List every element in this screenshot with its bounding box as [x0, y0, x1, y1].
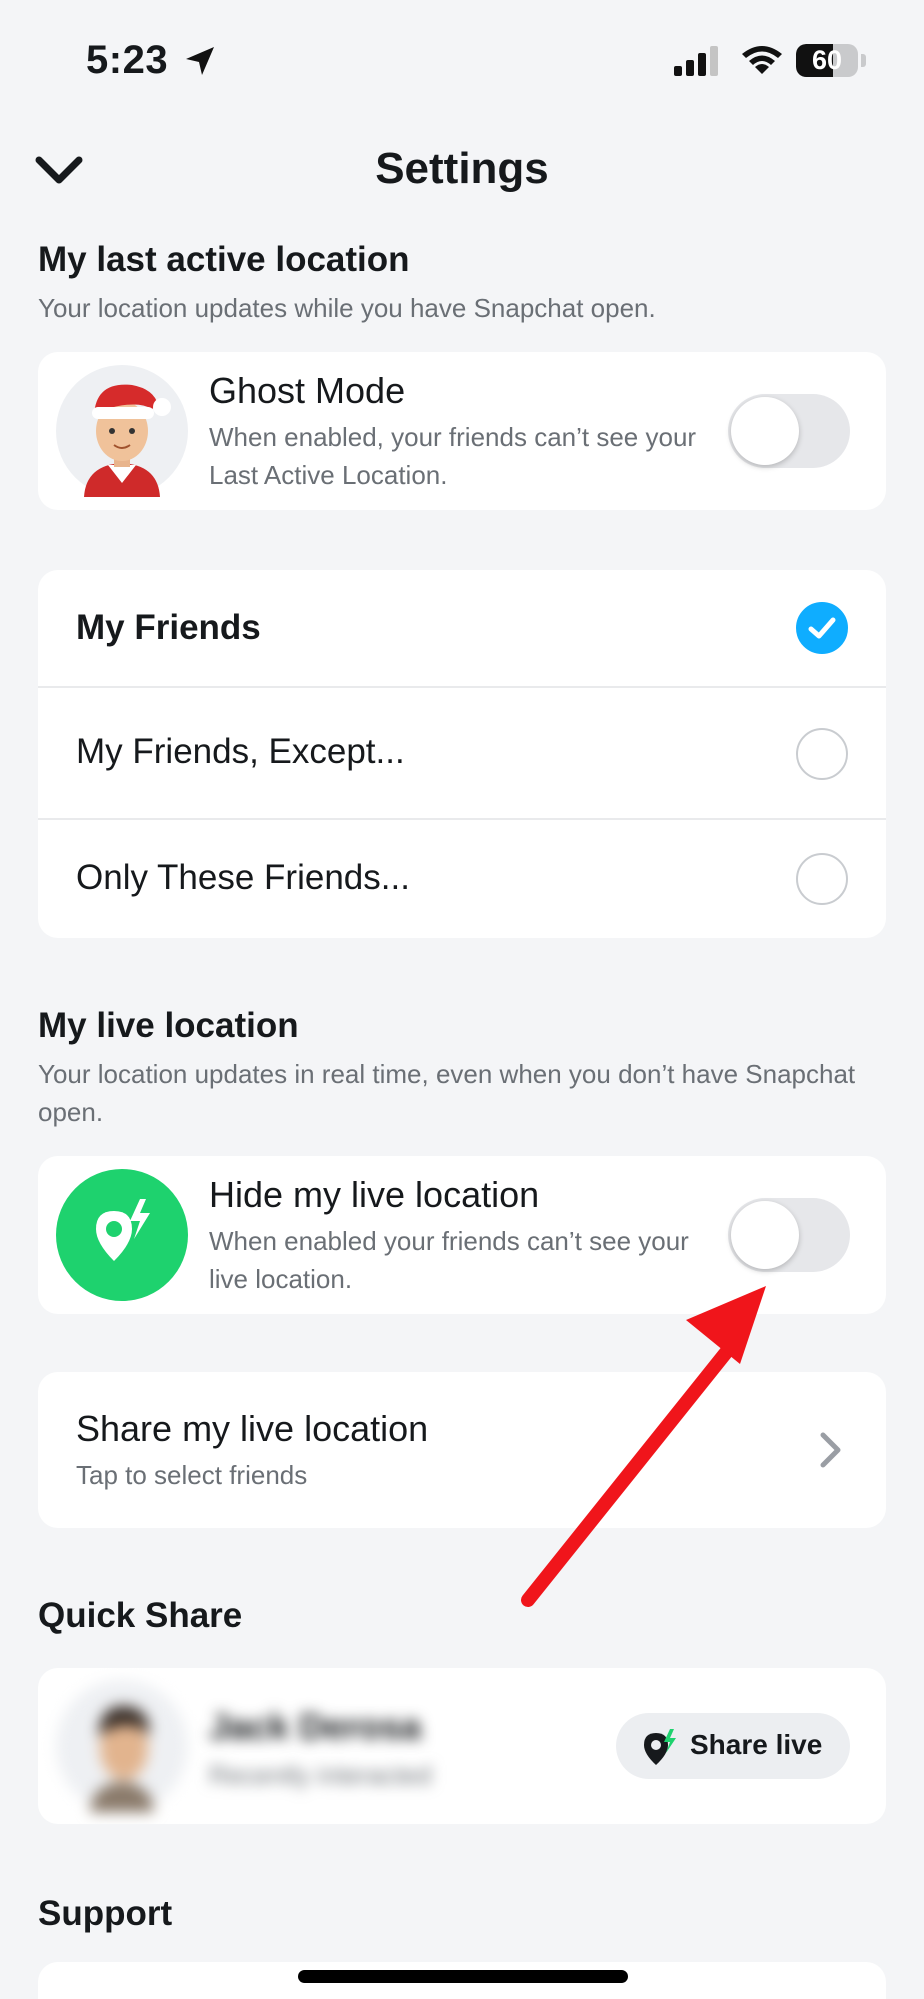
- ghost-mode-card: Ghost Mode When enabled, your friends ca…: [38, 352, 886, 510]
- quick-share-card: Jack Derosa Recently interacted Share li…: [38, 1668, 886, 1824]
- option-my-friends[interactable]: My Friends: [38, 570, 886, 686]
- cellular-signal-icon: [674, 46, 718, 76]
- wifi-icon: [742, 46, 782, 74]
- toggle-knob: [731, 1201, 799, 1269]
- toggle-knob: [731, 397, 799, 465]
- last-active-section-title: My last active location: [38, 240, 410, 279]
- share-live-location-title: Share my live location: [76, 1408, 429, 1449]
- audience-options-card: My Friends My Friends, Except... Only Th…: [38, 570, 886, 938]
- bitmoji-avatar: [56, 365, 188, 497]
- radio-circle-icon: [796, 728, 848, 780]
- option-my-friends-except[interactable]: My Friends, Except...: [38, 688, 886, 818]
- friend-name: Jack Derosa: [209, 1706, 422, 1747]
- page-title: Settings: [375, 144, 549, 193]
- share-live-label: Share live: [690, 1729, 823, 1760]
- hide-live-location-toggle[interactable]: [728, 1198, 850, 1272]
- option-only-these-friends[interactable]: Only These Friends...: [38, 820, 886, 938]
- battery-percent: 60: [811, 45, 843, 75]
- radio-circle-icon: [796, 853, 848, 905]
- status-bar: 5:23 60: [0, 0, 924, 110]
- live-location-icon: [644, 1729, 676, 1765]
- option-label: My Friends: [76, 608, 261, 647]
- live-location-section-subtitle: Your location updates in real time, even…: [38, 1059, 856, 1127]
- share-live-button[interactable]: Share live: [616, 1713, 850, 1779]
- live-location-icon: [56, 1169, 188, 1301]
- option-label: Only These Friends...: [76, 858, 410, 897]
- hide-live-location-card: Hide my live location When enabled your …: [38, 1156, 886, 1314]
- friend-avatar: [56, 1680, 188, 1812]
- checkmark-icon: [796, 602, 848, 654]
- ghost-mode-title: Ghost Mode: [209, 370, 406, 411]
- support-section-title: Support: [38, 1894, 173, 1933]
- share-live-location-subtitle: Tap to select friends: [76, 1460, 308, 1490]
- ghost-mode-description: When enabled, your friends can’t see you…: [209, 422, 697, 490]
- hide-live-location-title: Hide my live location: [209, 1174, 540, 1215]
- quick-share-section-title: Quick Share: [38, 1596, 243, 1635]
- last-active-section-subtitle: Your location updates while you have Sna…: [38, 293, 656, 323]
- live-location-section-title: My live location: [38, 1006, 299, 1045]
- option-label: My Friends, Except...: [76, 732, 405, 771]
- ghost-mode-toggle[interactable]: [728, 394, 850, 468]
- battery-tip: [861, 54, 866, 67]
- location-arrow-icon: [186, 47, 214, 75]
- status-time: 5:23: [86, 38, 169, 82]
- share-live-location-row[interactable]: Share my live location Tap to select fri…: [38, 1372, 886, 1528]
- hide-live-location-description: When enabled your friends can’t see your…: [209, 1226, 689, 1294]
- battery-icon: 60: [796, 44, 858, 77]
- home-indicator: [298, 1970, 628, 1983]
- chevron-right-icon: [820, 1432, 841, 1468]
